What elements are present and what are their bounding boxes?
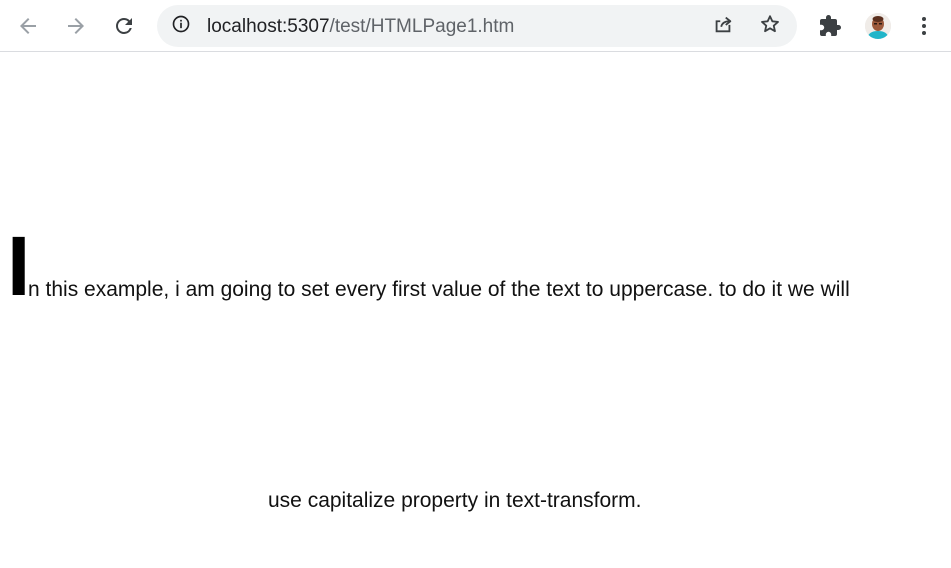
back-button[interactable] [12, 10, 44, 42]
paragraph-first-line: n this example, i am going to set every … [28, 278, 850, 301]
forward-arrow-icon [64, 14, 88, 38]
browser-menu-button[interactable] [908, 10, 940, 42]
info-icon [171, 14, 191, 39]
page-content: I n this example, i am going to set ever… [0, 53, 951, 568]
drop-cap-letter: I [7, 219, 31, 313]
extensions-button[interactable] [814, 10, 846, 42]
site-info-button[interactable] [169, 14, 193, 38]
kebab-menu-icon [912, 14, 936, 38]
paragraph-second-line: use capitalize property in text-transfor… [268, 489, 642, 512]
profile-button[interactable] [862, 10, 894, 42]
puzzle-icon [818, 14, 842, 38]
back-arrow-icon [16, 14, 40, 38]
address-bar[interactable]: localhost:5307/test/HTMLPage1.htm [157, 5, 797, 47]
url-path: /test/HTMLPage1.htm [329, 16, 515, 37]
browser-toolbar: localhost:5307/test/HTMLPage1.htm [0, 0, 951, 52]
reload-button[interactable] [108, 10, 140, 42]
forward-button[interactable] [60, 10, 92, 42]
share-icon [712, 13, 734, 40]
share-button[interactable] [711, 14, 735, 38]
url-host: localhost:5307 [207, 16, 330, 37]
star-icon [759, 13, 781, 40]
reload-icon [112, 14, 136, 38]
url-text[interactable]: localhost:5307/test/HTMLPage1.htm [207, 16, 514, 38]
bookmark-button[interactable] [758, 14, 782, 38]
avatar [865, 13, 891, 39]
